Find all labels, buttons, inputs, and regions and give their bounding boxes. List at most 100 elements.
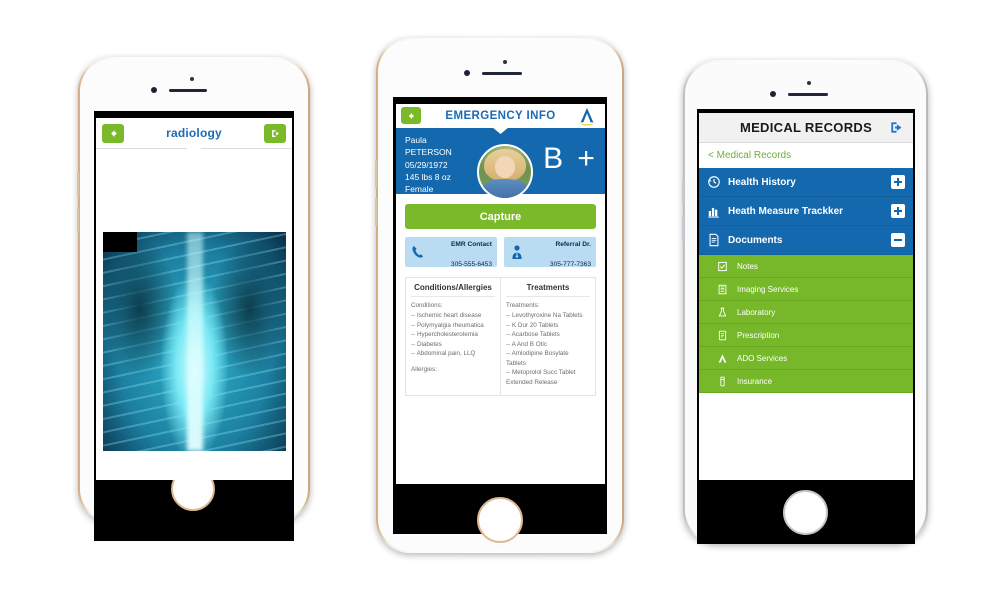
- phone-1-screen: radiology: [96, 118, 292, 480]
- list-item-laboratory[interactable]: Laboratory: [699, 301, 913, 324]
- documents-submenu: Notes Imaging Services Laboratory Prescr…: [699, 255, 913, 393]
- notes-icon: [717, 261, 728, 272]
- phone-2-home-button[interactable]: [477, 497, 523, 543]
- list-item-imaging-services[interactable]: Imaging Services: [699, 278, 913, 301]
- list-item-prescription[interactable]: Prescription: [699, 324, 913, 347]
- patient-details: Paula PETERSON 05/29/1972 145 lbs 8 oz F…: [396, 128, 474, 194]
- imaging-icon: [717, 284, 728, 295]
- referral-dr-label: Referral Dr.: [555, 241, 591, 248]
- radiology-content: [96, 149, 292, 480]
- expand-plus-icon[interactable]: [891, 175, 905, 189]
- list-item-ado-services[interactable]: ADO Services: [699, 347, 913, 370]
- logout-icon: [270, 128, 281, 139]
- phone-icon: [410, 244, 426, 260]
- blood-type: B +: [543, 142, 598, 175]
- patient-weight: 145 lbs 8 oz: [405, 171, 451, 182]
- conditions-heading: Conditions/Allergies: [411, 283, 495, 297]
- phone-3-home-button[interactable]: [783, 490, 828, 535]
- expand-plus-icon[interactable]: [891, 204, 905, 218]
- phone-2-volume-button-2[interactable]: [375, 198, 377, 226]
- treatments-list: -- Levothyroxine Na Tablets -- K Dur 20 …: [506, 311, 590, 388]
- referral-dr-text: Referral Dr. 305-777-7363: [529, 232, 591, 272]
- allergies-label: Allergies:: [411, 365, 437, 373]
- sidebar-item-health-measure-tracker[interactable]: Heath Measure Trackker: [699, 197, 913, 226]
- list-item-label: Insurance: [737, 376, 773, 386]
- lab-flask-icon: [717, 307, 728, 318]
- arrow-left-icon: [108, 128, 119, 139]
- list-item-insurance[interactable]: Insurance: [699, 370, 913, 393]
- phone-2-screen: EMERGENCY INFO Paula PETERSON 05/29/1972…: [396, 104, 605, 484]
- accordion-menu: Health History Heath Measure Trackker Do…: [699, 168, 913, 255]
- list-item: -- Diabetes: [411, 340, 442, 348]
- emergency-header-bar: EMERGENCY INFO: [396, 104, 605, 134]
- phone-3-volume-button-2[interactable]: [682, 215, 684, 242]
- page-title: MEDICAL RECORDS: [739, 120, 873, 135]
- list-item: -- Polymyalgia rheumatica: [411, 321, 484, 329]
- phone-1-volume-button-2[interactable]: [77, 207, 79, 233]
- patient-name: Paula PETERSON: [405, 135, 452, 158]
- phone-2-proximity-sensor: [503, 60, 507, 64]
- page-title: radiology: [166, 126, 222, 140]
- sidebar-item-health-history[interactable]: Health History: [699, 168, 913, 197]
- phone-3-earpiece-speaker: [788, 93, 828, 96]
- list-item: -- Acarbose Tablets: [506, 331, 560, 339]
- patient-gender: Female: [405, 184, 434, 195]
- referral-dr-button[interactable]: Referral Dr. 305-777-7363: [504, 237, 596, 268]
- page-title: EMERGENCY INFO: [445, 110, 556, 122]
- list-item-label: ADO Services: [737, 353, 788, 363]
- phone-2-front-camera: [464, 70, 470, 76]
- patient-info-banner: Paula PETERSON 05/29/1972 145 lbs 8 oz F…: [396, 128, 605, 200]
- phone-1-front-camera: [151, 87, 157, 93]
- chest-xray-image[interactable]: [103, 232, 286, 451]
- list-item: -- Hypercholesterolemia: [411, 331, 478, 339]
- insurance-icon: [717, 376, 728, 387]
- document-icon: [707, 233, 721, 247]
- avatar-shirt: [482, 179, 528, 198]
- list-item-label: Prescription: [737, 330, 780, 340]
- conditions-allergies-column: Conditions/Allergies Conditions: -- Isch…: [406, 278, 500, 395]
- treatments-column: Treatments Treatments: -- Levothyroxine …: [500, 278, 595, 395]
- emr-contact-label: EMR Contact: [450, 241, 492, 248]
- list-item-label: Laboratory: [737, 307, 776, 317]
- phone-2-volume-button[interactable]: [375, 160, 377, 188]
- sidebar-item-documents[interactable]: Documents: [699, 226, 913, 255]
- patient-photo-wrap: [474, 128, 536, 200]
- ado-icon: [717, 353, 728, 364]
- phone-1-earpiece-speaker: [169, 89, 207, 92]
- phone-3-volume-button[interactable]: [682, 178, 684, 205]
- phone-1-volume-button[interactable]: [77, 172, 79, 198]
- bar-chart-icon: [707, 204, 721, 218]
- back-button[interactable]: [401, 107, 421, 124]
- treatments-heading: Treatments: [506, 283, 590, 297]
- doctor-icon: [509, 244, 525, 260]
- emr-contact-button[interactable]: EMR Contact 305-555-6453: [405, 237, 497, 268]
- history-clock-icon: [707, 175, 721, 189]
- conditions-list: -- Ischemic heart disease -- Polymyalgia…: [411, 311, 495, 359]
- phone-3-front-camera: [770, 91, 776, 97]
- list-item: -- A And B Otic: [506, 340, 547, 348]
- emergency-content: Capture EMR Contact 305-555-6453 Referra…: [396, 204, 605, 396]
- aetna-a-logo-icon[interactable]: [576, 106, 598, 126]
- list-item-label: Notes: [737, 261, 758, 271]
- patient-avatar: [477, 144, 533, 200]
- list-item: -- K Dur 20 Tablets: [506, 321, 559, 329]
- breadcrumb[interactable]: < Medical Records: [699, 143, 913, 168]
- emr-contact-number: 305-555-6453: [450, 261, 492, 268]
- collapse-minus-icon[interactable]: [891, 233, 905, 247]
- list-item: -- Levothyroxine Na Tablets: [506, 312, 583, 319]
- screenshot-stage: radiology EMERGENCY INFO Paula PETERSON …: [0, 0, 1000, 600]
- prescription-icon: [717, 330, 728, 341]
- list-item: -- Metoprolol Succ Tablet Extended Relea…: [506, 369, 576, 386]
- list-item-notes[interactable]: Notes: [699, 255, 913, 278]
- radiology-header-bar: radiology: [96, 118, 292, 153]
- contact-buttons: EMR Contact 305-555-6453 Referral Dr. 30…: [405, 237, 596, 268]
- patient-dob: 05/29/1972: [405, 159, 448, 170]
- arrow-left-icon: [406, 111, 416, 121]
- logout-button[interactable]: [889, 120, 904, 135]
- back-button[interactable]: [102, 124, 124, 143]
- capture-button[interactable]: Capture: [405, 204, 596, 229]
- logout-button[interactable]: [264, 124, 286, 143]
- phone-3-screen: MEDICAL RECORDS < Medical Records Health…: [699, 113, 913, 480]
- list-item: -- Ischemic heart disease: [411, 312, 482, 319]
- treatments-label: Treatments:: [506, 302, 540, 309]
